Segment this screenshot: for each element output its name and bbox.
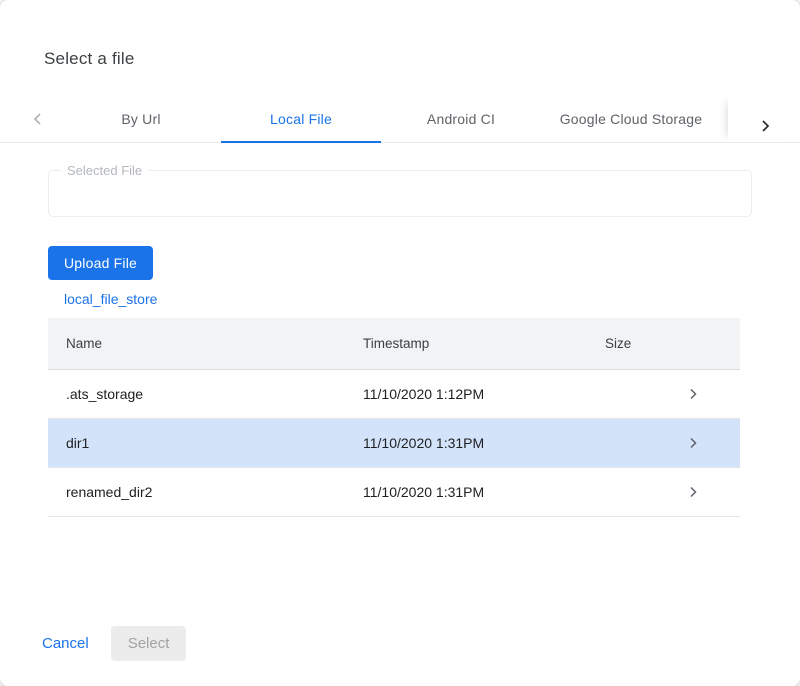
tabs-scroll-prev-button[interactable]: [0, 96, 61, 142]
column-header-timestamp: Timestamp: [363, 336, 605, 351]
breadcrumb[interactable]: local_file_store: [64, 291, 157, 307]
file-table: Name Timestamp Size .ats_storage 11/10/2…: [48, 318, 740, 517]
dialog-title: Select a file: [44, 49, 134, 69]
tab-by-url[interactable]: By Url: [61, 96, 221, 142]
tab-google-cloud-storage[interactable]: Google Cloud Storage: [541, 96, 721, 142]
cell-timestamp: 11/10/2020 1:31PM: [363, 484, 605, 500]
selected-file-field: Selected File: [48, 170, 752, 217]
row-expand-button[interactable]: [646, 486, 740, 498]
upload-file-button[interactable]: Upload File: [48, 246, 153, 280]
cell-name: renamed_dir2: [48, 484, 363, 500]
cell-timestamp: 11/10/2020 1:31PM: [363, 435, 605, 451]
column-header-size: Size: [605, 336, 646, 351]
active-tab-indicator: [221, 141, 381, 143]
tab-label: Local File: [270, 111, 332, 127]
tab-bar: By Url Local File Android CI Google Clou…: [0, 96, 800, 143]
select-file-dialog: Select a file By Url Local File Android …: [0, 0, 800, 686]
cell-name: dir1: [48, 435, 363, 451]
cell-name: .ats_storage: [48, 386, 363, 402]
chevron-left-icon: [31, 112, 45, 126]
tabs-scroll-next-button[interactable]: [728, 96, 800, 142]
column-header-name: Name: [48, 336, 363, 351]
selected-file-label: Selected File: [61, 163, 148, 178]
cancel-button[interactable]: Cancel: [30, 627, 101, 660]
cell-timestamp: 11/10/2020 1:12PM: [363, 386, 605, 402]
tab-label: Google Cloud Storage: [560, 111, 703, 127]
chevron-right-icon: [687, 437, 699, 449]
table-row[interactable]: .ats_storage 11/10/2020 1:12PM: [48, 370, 740, 419]
chevron-right-icon: [687, 486, 699, 498]
row-expand-button[interactable]: [646, 437, 740, 449]
table-row[interactable]: renamed_dir2 11/10/2020 1:31PM: [48, 468, 740, 517]
row-expand-button[interactable]: [646, 388, 740, 400]
chevron-right-icon: [687, 388, 699, 400]
tab-label: Android CI: [427, 111, 495, 127]
tab-android-ci[interactable]: Android CI: [381, 96, 541, 142]
tab-local-file[interactable]: Local File: [221, 96, 381, 142]
select-button[interactable]: Select: [111, 626, 187, 661]
selected-file-input[interactable]: [49, 171, 751, 216]
table-body: .ats_storage 11/10/2020 1:12PM dir1 11/1…: [48, 370, 740, 517]
tab-label: By Url: [121, 111, 160, 127]
table-header: Name Timestamp Size: [48, 318, 740, 370]
tab-list: By Url Local File Android CI Google Clou…: [61, 96, 721, 142]
table-row[interactable]: dir1 11/10/2020 1:31PM: [48, 419, 740, 468]
dialog-actions: Cancel Select: [30, 626, 186, 661]
